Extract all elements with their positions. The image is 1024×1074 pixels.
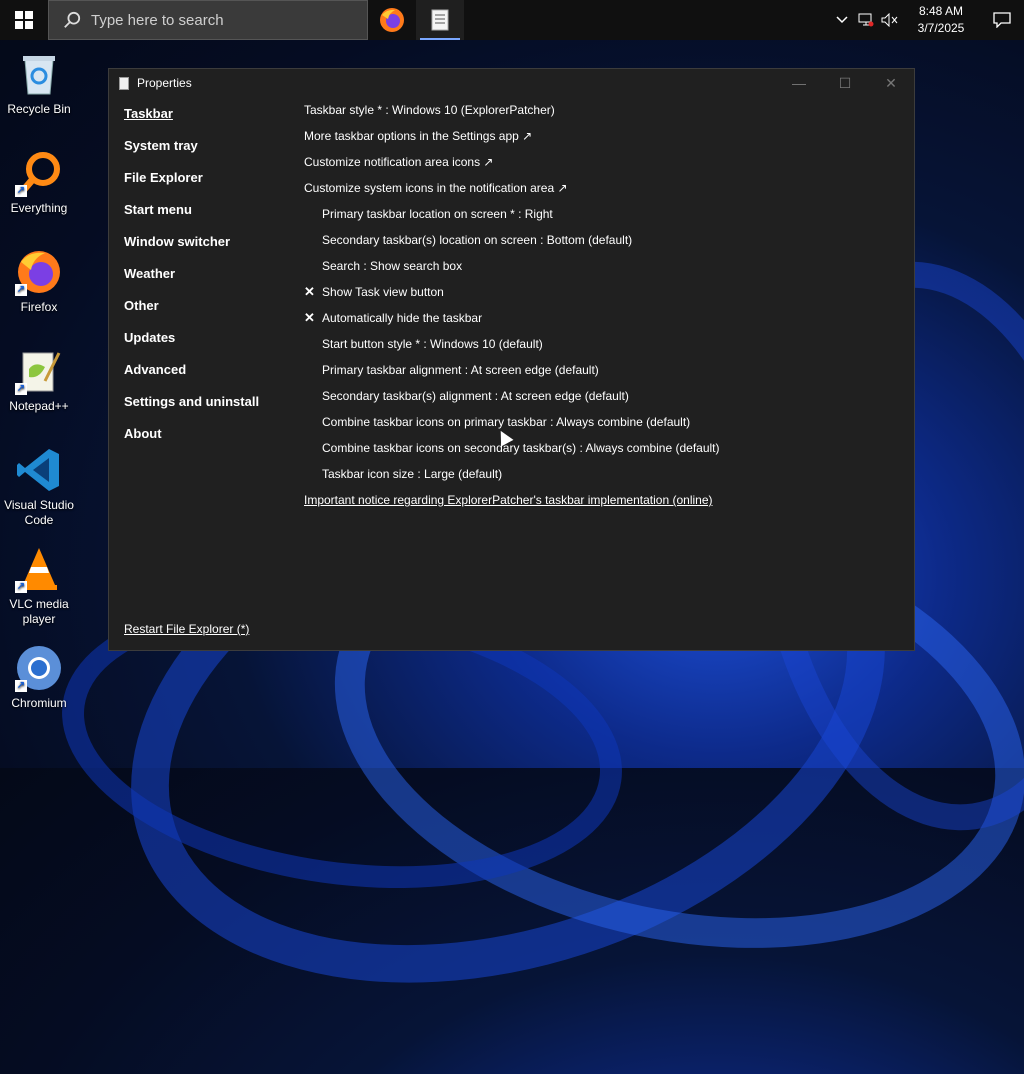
firefox-icon [380,8,404,32]
setting-taskbar-style[interactable]: Taskbar style * : Windows 10 (ExplorerPa… [304,99,720,125]
desktop-icon-firefox[interactable]: ↗ Firefox [2,242,76,315]
volume-muted-icon[interactable] [878,0,902,40]
settings-content: Taskbar style * : Windows 10 (ExplorerPa… [304,99,720,515]
nav-item-window-switcher[interactable]: Window switcher [124,231,259,263]
toggle-auto-hide-taskbar[interactable]: ✕ Automatically hide the taskbar [304,307,720,333]
desktop-icon-vlc[interactable]: ↗ VLC media player [2,539,76,627]
settings-nav: Taskbar System tray File Explorer Start … [124,103,259,455]
shortcut-arrow-icon: ↗ [15,383,27,395]
clock-time: 8:48 AM [918,4,964,18]
desktop-icon-label: VLC media player [9,597,69,626]
nav-item-settings-uninstall[interactable]: Settings and uninstall [124,391,259,423]
minimize-button[interactable]: — [776,69,822,97]
setting-secondary-location[interactable]: Secondary taskbar(s) location on screen … [304,229,720,255]
setting-combine-secondary[interactable]: Combine taskbar icons on secondary taskb… [304,437,720,463]
toggle-task-view-button[interactable]: ✕ Show Task view button [304,281,720,307]
setting-primary-location[interactable]: Primary taskbar location on screen * : R… [304,203,720,229]
taskbar-search-box[interactable]: Type here to search [48,0,368,40]
maximize-icon: ☐ [838,74,852,91]
start-button[interactable] [0,0,48,40]
everything-icon: ↗ [15,149,63,197]
shortcut-arrow-icon: ↗ [15,581,27,593]
desktop-icon-label: Everything [10,201,68,215]
shortcut-arrow-icon: ↗ [15,680,27,692]
desktop-icon-recycle-bin[interactable]: Recycle Bin [2,44,76,117]
link-notification-area-icons[interactable]: Customize notification area icons ↗ [304,151,720,177]
chevron-up-icon[interactable] [830,0,854,40]
check-icon: ✕ [304,284,315,299]
system-tray: 8:48 AM 3/7/2025 [830,0,1024,40]
desktop-icon-label: Visual Studio Code [4,498,74,527]
action-center-button[interactable] [980,0,1024,40]
nav-item-taskbar[interactable]: Taskbar [124,103,259,135]
nav-item-start-menu[interactable]: Start menu [124,199,259,231]
maximize-button[interactable]: ☐ [822,69,868,97]
nav-item-updates[interactable]: Updates [124,327,259,359]
vlc-icon: ↗ [15,545,63,593]
firefox-icon: ↗ [15,248,63,296]
link-important-notice[interactable]: Important notice regarding ExplorerPatch… [304,489,720,515]
minimize-icon: — [792,75,806,91]
setting-search[interactable]: Search : Show search box [304,255,720,281]
nav-item-other[interactable]: Other [124,295,259,327]
desktop-icon-label: Chromium [11,696,67,710]
taskbar-app-properties[interactable] [416,0,464,40]
link-system-icons[interactable]: Customize system icons in the notificati… [304,177,720,203]
clock-date: 3/7/2025 [917,21,965,35]
shortcut-arrow-icon: ↗ [15,284,27,296]
setting-primary-alignment[interactable]: Primary taskbar alignment : At screen ed… [304,359,720,385]
taskbar-app-firefox[interactable] [368,0,416,40]
nav-item-weather[interactable]: Weather [124,263,259,295]
vscode-icon [15,446,63,494]
setting-combine-primary[interactable]: Combine taskbar icons on primary taskbar… [304,411,720,437]
window-titlebar[interactable]: Properties — ☐ ✕ [109,69,914,97]
shortcut-arrow-icon: ↗ [15,185,27,197]
link-more-taskbar-options[interactable]: More taskbar options in the Settings app… [304,125,720,151]
notification-icon [993,12,1011,28]
check-icon: ✕ [304,310,315,325]
desktop-icon-label: Recycle Bin [7,102,71,116]
window-title: Properties [137,76,192,90]
nav-item-advanced[interactable]: Advanced [124,359,259,391]
desktop-icon-label: Firefox [20,300,58,314]
properties-app-icon [431,9,449,31]
notepadpp-icon: ↗ [15,347,63,395]
toggle-label: Show Task view button [322,285,444,299]
nav-item-system-tray[interactable]: System tray [124,135,259,167]
search-icon [64,11,81,28]
nav-item-file-explorer[interactable]: File Explorer [124,167,259,199]
properties-app-icon [119,76,129,90]
desktop-icon-everything[interactable]: ↗ Everything [2,143,76,216]
recycle-bin-icon [15,50,63,98]
toggle-label: Automatically hide the taskbar [322,311,483,325]
setting-secondary-alignment[interactable]: Secondary taskbar(s) alignment : At scre… [304,385,720,411]
setting-icon-size[interactable]: Taskbar icon size : Large (default) [304,463,720,489]
properties-window: Properties — ☐ ✕ Taskbar System tray Fil… [108,68,915,651]
network-icon[interactable] [854,0,878,40]
windows-logo-icon [15,11,33,29]
desktop-icon-vscode[interactable]: Visual Studio Code [2,440,76,528]
desktop-icon-chromium[interactable]: ↗ Chromium [2,638,76,711]
close-button[interactable]: ✕ [868,69,914,97]
setting-start-button-style[interactable]: Start button style * : Windows 10 (defau… [304,333,720,359]
taskbar-clock[interactable]: 8:48 AM 3/7/2025 [908,3,974,37]
desktop-icon-label: Notepad++ [9,399,69,413]
chromium-icon: ↗ [15,644,63,692]
nav-item-about[interactable]: About [124,423,259,455]
taskbar: Type here to search 8:48 AM 3/7/2025 [0,0,1024,40]
restart-file-explorer-link[interactable]: Restart File Explorer (*) [124,622,249,636]
close-icon: ✕ [885,74,897,91]
search-placeholder: Type here to search [91,11,224,29]
desktop-icon-notepadpp[interactable]: ↗ Notepad++ [2,341,76,414]
